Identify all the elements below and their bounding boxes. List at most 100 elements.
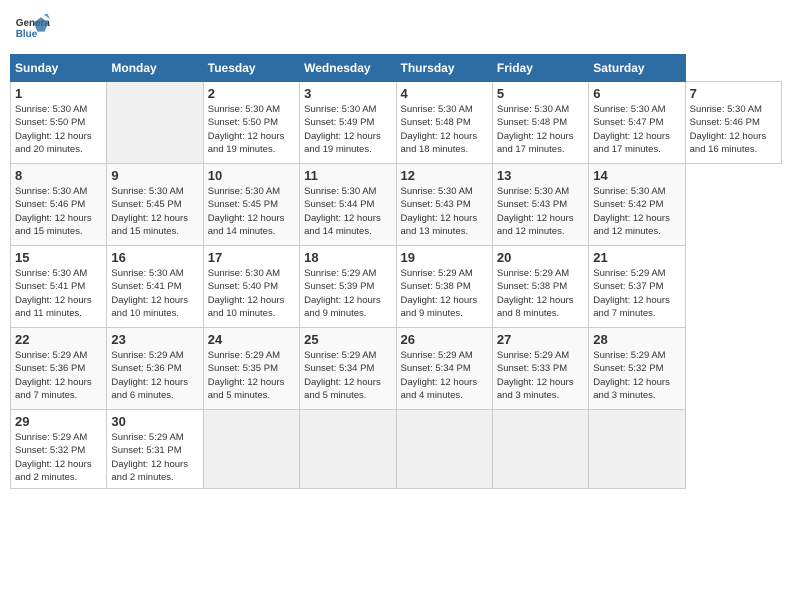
calendar-cell: 24 Sunrise: 5:29 AMSunset: 5:35 PMDayligh… [203,328,299,410]
day-info: Sunrise: 5:29 AMSunset: 5:37 PMDaylight:… [593,267,680,320]
calendar-cell: 11 Sunrise: 5:30 AMSunset: 5:44 PMDayligh… [300,164,396,246]
day-info: Sunrise: 5:29 AMSunset: 5:31 PMDaylight:… [111,431,198,484]
day-info: Sunrise: 5:29 AMSunset: 5:38 PMDaylight:… [401,267,488,320]
day-number: 20 [497,250,584,265]
day-number: 27 [497,332,584,347]
day-info: Sunrise: 5:29 AMSunset: 5:32 PMDaylight:… [593,349,680,402]
calendar-cell: 1Sunrise: 5:30 AMSunset: 5:50 PMDaylight… [11,82,107,164]
day-info: Sunrise: 5:29 AMSunset: 5:36 PMDaylight:… [111,349,198,402]
day-info: Sunrise: 5:30 AMSunset: 5:47 PMDaylight:… [593,103,680,156]
calendar-cell: 5 Sunrise: 5:30 AMSunset: 5:48 PMDaylight… [492,82,588,164]
day-info: Sunrise: 5:29 AMSunset: 5:38 PMDaylight:… [497,267,584,320]
day-info: Sunrise: 5:29 AMSunset: 5:34 PMDaylight:… [401,349,488,402]
calendar-cell [107,82,203,164]
day-info: Sunrise: 5:30 AMSunset: 5:46 PMDaylight:… [15,185,102,238]
day-info: Sunrise: 5:30 AMSunset: 5:43 PMDaylight:… [497,185,584,238]
header-sunday: Sunday [11,55,107,82]
calendar-cell: 29 Sunrise: 5:29 AMSunset: 5:32 PMDayligh… [11,410,107,489]
calendar-cell: 15Sunrise: 5:30 AMSunset: 5:41 PMDayligh… [11,246,107,328]
day-number: 16 [111,250,198,265]
calendar-cell: 20 Sunrise: 5:29 AMSunset: 5:38 PMDayligh… [492,246,588,328]
day-number: 17 [208,250,295,265]
page-header: General Blue [10,10,782,46]
logo: General Blue [14,10,50,46]
day-info: Sunrise: 5:30 AMSunset: 5:42 PMDaylight:… [593,185,680,238]
day-info: Sunrise: 5:30 AMSunset: 5:45 PMDaylight:… [208,185,295,238]
calendar-cell: 4 Sunrise: 5:30 AMSunset: 5:48 PMDaylight… [396,82,492,164]
day-info: Sunrise: 5:30 AMSunset: 5:48 PMDaylight:… [401,103,488,156]
calendar-cell: 18 Sunrise: 5:29 AMSunset: 5:39 PMDayligh… [300,246,396,328]
calendar-cell: 12Sunrise: 5:30 AMSunset: 5:43 PMDayligh… [396,164,492,246]
day-number: 8 [15,168,102,183]
day-number: 26 [401,332,488,347]
header-saturday: Saturday [589,55,685,82]
calendar-cell: 2 Sunrise: 5:30 AMSunset: 5:50 PMDaylight… [203,82,299,164]
calendar-cell: 3 Sunrise: 5:30 AMSunset: 5:49 PMDaylight… [300,82,396,164]
svg-text:Blue: Blue [16,29,38,40]
day-number: 4 [401,86,488,101]
header-friday: Friday [492,55,588,82]
calendar-cell [589,410,685,489]
day-number: 30 [111,414,198,429]
day-info: Sunrise: 5:30 AMSunset: 5:40 PMDaylight:… [208,267,295,320]
calendar-cell: 30 Sunrise: 5:29 AMSunset: 5:31 PMDayligh… [107,410,203,489]
day-number: 11 [304,168,391,183]
day-info: Sunrise: 5:29 AMSunset: 5:34 PMDaylight:… [304,349,391,402]
calendar-header-row: SundayMondayTuesdayWednesdayThursdayFrid… [11,55,782,82]
calendar-cell [203,410,299,489]
calendar-cell: 22 Sunrise: 5:29 AMSunset: 5:36 PMDayligh… [11,328,107,410]
day-info: Sunrise: 5:29 AMSunset: 5:32 PMDaylight:… [15,431,102,484]
calendar-cell [396,410,492,489]
day-number: 24 [208,332,295,347]
day-number: 23 [111,332,198,347]
day-number: 18 [304,250,391,265]
day-info: Sunrise: 5:29 AMSunset: 5:33 PMDaylight:… [497,349,584,402]
day-info: Sunrise: 5:30 AMSunset: 5:49 PMDaylight:… [304,103,391,156]
day-info: Sunrise: 5:29 AMSunset: 5:39 PMDaylight:… [304,267,391,320]
day-info: Sunrise: 5:30 AMSunset: 5:41 PMDaylight:… [111,267,198,320]
calendar-cell: 27 Sunrise: 5:29 AMSunset: 5:33 PMDayligh… [492,328,588,410]
header-wednesday: Wednesday [300,55,396,82]
header-monday: Monday [107,55,203,82]
calendar-cell: 28 Sunrise: 5:29 AMSunset: 5:32 PMDayligh… [589,328,685,410]
day-number: 21 [593,250,680,265]
calendar-cell: 17 Sunrise: 5:30 AMSunset: 5:40 PMDayligh… [203,246,299,328]
day-number: 28 [593,332,680,347]
day-info: Sunrise: 5:30 AMSunset: 5:44 PMDaylight:… [304,185,391,238]
day-number: 15 [15,250,102,265]
day-number: 7 [690,86,777,101]
calendar-cell: 19 Sunrise: 5:29 AMSunset: 5:38 PMDayligh… [396,246,492,328]
day-info: Sunrise: 5:30 AMSunset: 5:50 PMDaylight:… [208,103,295,156]
logo-icon: General Blue [14,10,50,46]
calendar-cell: 21 Sunrise: 5:29 AMSunset: 5:37 PMDayligh… [589,246,685,328]
day-info: Sunrise: 5:30 AMSunset: 5:48 PMDaylight:… [497,103,584,156]
day-number: 29 [15,414,102,429]
day-number: 12 [401,168,488,183]
day-info: Sunrise: 5:29 AMSunset: 5:36 PMDaylight:… [15,349,102,402]
day-number: 2 [208,86,295,101]
calendar-cell: 16 Sunrise: 5:30 AMSunset: 5:41 PMDayligh… [107,246,203,328]
day-info: Sunrise: 5:30 AMSunset: 5:50 PMDaylight:… [15,103,102,156]
calendar-cell: 7Sunrise: 5:30 AMSunset: 5:46 PMDaylight… [685,82,781,164]
day-number: 14 [593,168,680,183]
header-thursday: Thursday [396,55,492,82]
day-info: Sunrise: 5:29 AMSunset: 5:35 PMDaylight:… [208,349,295,402]
day-number: 19 [401,250,488,265]
day-number: 13 [497,168,584,183]
calendar-cell: 23 Sunrise: 5:29 AMSunset: 5:36 PMDayligh… [107,328,203,410]
calendar-cell [300,410,396,489]
calendar-cell: 14 Sunrise: 5:30 AMSunset: 5:42 PMDayligh… [589,164,685,246]
day-number: 22 [15,332,102,347]
calendar-cell: 13 Sunrise: 5:30 AMSunset: 5:43 PMDayligh… [492,164,588,246]
day-number: 3 [304,86,391,101]
calendar-cell: 8 Sunrise: 5:30 AMSunset: 5:46 PMDaylight… [11,164,107,246]
day-number: 5 [497,86,584,101]
calendar-cell: 25 Sunrise: 5:29 AMSunset: 5:34 PMDayligh… [300,328,396,410]
calendar-cell: 6 Sunrise: 5:30 AMSunset: 5:47 PMDaylight… [589,82,685,164]
day-number: 10 [208,168,295,183]
day-number: 25 [304,332,391,347]
header-tuesday: Tuesday [203,55,299,82]
calendar-cell: 10 Sunrise: 5:30 AMSunset: 5:45 PMDayligh… [203,164,299,246]
day-number: 6 [593,86,680,101]
day-info: Sunrise: 5:30 AMSunset: 5:45 PMDaylight:… [111,185,198,238]
